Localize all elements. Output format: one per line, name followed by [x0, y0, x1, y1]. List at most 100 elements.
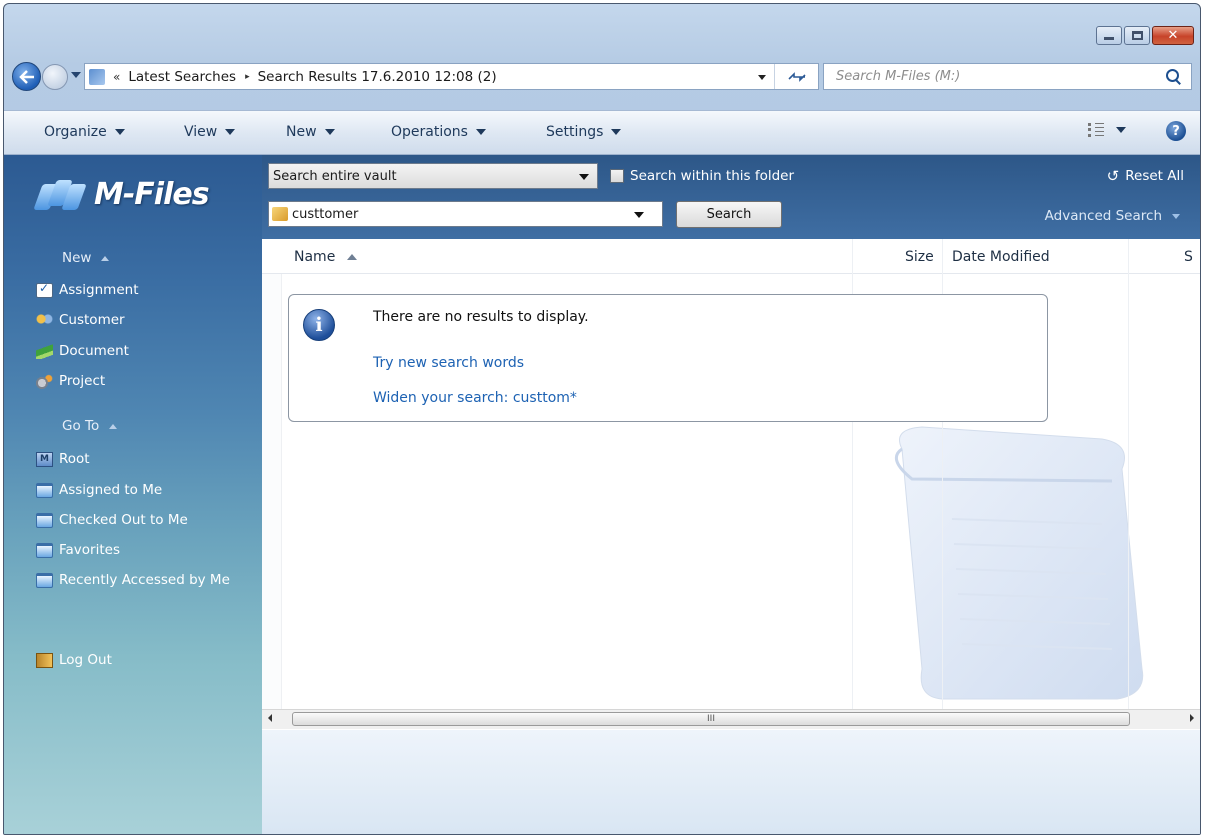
chevron-down-icon [1116, 127, 1126, 133]
door-icon [36, 652, 53, 668]
goto-section-header[interactable]: Go To [62, 418, 118, 434]
views-icon [1088, 123, 1104, 137]
search-scope-select[interactable]: Search entire vault [268, 163, 598, 189]
breadcrumb-search-results[interactable]: Search Results 17.6.2010 12:08 (2) [258, 69, 497, 85]
new-project[interactable]: Project [36, 370, 105, 392]
main-area: Search entire vault Search within this f… [262, 155, 1200, 834]
search-within-label: Search within this folder [630, 168, 795, 184]
new-section-header[interactable]: New [62, 250, 110, 266]
goto-favorites[interactable]: Favorites [36, 539, 120, 561]
views-button[interactable] [1088, 123, 1126, 137]
maximize-button[interactable] [1124, 26, 1150, 45]
widen-search-link[interactable]: Widen your search: custtom* [373, 390, 577, 406]
explorer-window: ✕ « Latest Searches ▸ Search Results 17.… [3, 3, 1201, 835]
back-arrow-icon [18, 69, 34, 84]
no-results-message: i There are no results to display. Try n… [288, 294, 1048, 422]
new-document-label: Document [59, 343, 129, 359]
chevron-down-icon [475, 129, 486, 135]
search-icon[interactable] [1163, 66, 1185, 88]
column-size[interactable]: Size [905, 239, 934, 274]
no-results-text: There are no results to display. [373, 309, 589, 325]
chevron-down-icon [579, 174, 589, 180]
scroll-watermark-icon [894, 426, 1144, 700]
address-bar[interactable]: « Latest Searches ▸ Search Results 17.6.… [84, 63, 819, 90]
goto-recent-label: Recently Accessed by Me [59, 572, 230, 588]
column-name-label: Name [294, 248, 336, 265]
menu-settings[interactable]: Settings [546, 124, 622, 140]
close-button[interactable]: ✕ [1152, 26, 1194, 45]
menu-operations-label: Operations [391, 124, 468, 140]
column-date-modified[interactable]: Date Modified [952, 239, 1050, 274]
minimize-button[interactable] [1096, 26, 1122, 45]
goto-checked-out-to-me[interactable]: Checked Out to Me [36, 509, 188, 531]
chevron-down-icon [611, 129, 622, 135]
collapse-icon [101, 255, 110, 261]
sort-ascending-icon [347, 253, 358, 260]
column-name[interactable]: Name [294, 239, 358, 274]
menu-view-label: View [184, 124, 218, 140]
log-out-label: Log Out [59, 652, 112, 668]
address-dropdown-icon[interactable] [758, 75, 766, 80]
window-controls: ✕ [1094, 26, 1194, 45]
search-button[interactable]: Search [676, 201, 782, 228]
info-icon: i [303, 309, 335, 341]
column-divider [1128, 239, 1129, 709]
project-icon [36, 373, 53, 389]
logo-text: M-Files [94, 177, 210, 212]
new-assignment[interactable]: Assignment [36, 279, 138, 301]
menu-view[interactable]: View [184, 124, 236, 140]
goto-root[interactable]: M Root [36, 448, 90, 470]
try-new-search-words-link[interactable]: Try new search words [373, 355, 524, 371]
search-input[interactable]: Search M-Files (M:) [836, 69, 1163, 84]
menu-new[interactable]: New [286, 124, 335, 140]
menu-organize[interactable]: Organize [44, 124, 125, 140]
refresh-button[interactable] [774, 64, 818, 89]
search-box[interactable]: Search M-Files (M:) [823, 63, 1192, 90]
scroll-left-icon[interactable] [268, 714, 272, 722]
menu-settings-label: Settings [546, 124, 604, 140]
column-truncated[interactable]: S [1184, 239, 1193, 274]
folder-icon [36, 512, 53, 528]
reset-all-link[interactable]: ↺ Reset All [1107, 167, 1184, 185]
overflow-chevron-icon[interactable]: « [113, 70, 120, 84]
goto-recently-accessed[interactable]: Recently Accessed by Me [36, 569, 230, 591]
log-out[interactable]: Log Out [36, 649, 112, 671]
new-document[interactable]: Document [36, 340, 129, 362]
advanced-search-toggle[interactable]: Advanced Search [1045, 208, 1180, 224]
goto-assigned-to-me[interactable]: Assigned to Me [36, 479, 162, 501]
search-query-input[interactable]: custtomer [268, 201, 663, 227]
menu-organize-label: Organize [44, 124, 107, 140]
logo-mark-icon [33, 178, 92, 212]
new-assignment-label: Assignment [59, 282, 139, 298]
folder-icon [36, 542, 53, 558]
column-truncated-label: S [1184, 248, 1193, 265]
history-dropdown-icon[interactable] [71, 72, 81, 78]
column-headers: Name Size Date Modified S [262, 239, 1200, 274]
search-within-checkbox[interactable] [610, 169, 624, 183]
horizontal-scrollbar[interactable]: III [262, 709, 1200, 729]
menu-operations[interactable]: Operations [391, 124, 486, 140]
search-within-folder[interactable]: Search within this folder [610, 168, 794, 184]
customer-icon [36, 312, 53, 328]
new-project-label: Project [59, 373, 106, 389]
search-scope-value: Search entire vault [273, 168, 397, 184]
goto-checked-out-label: Checked Out to Me [59, 512, 188, 528]
breadcrumb-latest-searches[interactable]: Latest Searches [128, 69, 236, 85]
m-files-logo: M-Files [33, 177, 210, 212]
back-button[interactable] [12, 62, 41, 91]
forward-button[interactable] [42, 64, 68, 90]
reset-icon: ↺ [1106, 167, 1120, 185]
scrollbar-thumb[interactable]: III [292, 712, 1130, 726]
chevron-down-icon [1172, 213, 1180, 219]
close-icon: ✕ [1167, 28, 1179, 43]
maximize-icon [1131, 31, 1143, 40]
chevron-down-icon [114, 129, 125, 135]
new-customer[interactable]: Customer [36, 309, 125, 331]
location-icon [89, 68, 105, 85]
breadcrumb-separator-icon[interactable]: ▸ [245, 72, 250, 82]
advanced-search-label: Advanced Search [1044, 208, 1162, 224]
chevron-down-icon[interactable] [634, 212, 644, 218]
document-icon [36, 343, 53, 359]
scroll-right-icon[interactable] [1190, 714, 1194, 722]
help-icon[interactable]: ? [1166, 121, 1186, 141]
